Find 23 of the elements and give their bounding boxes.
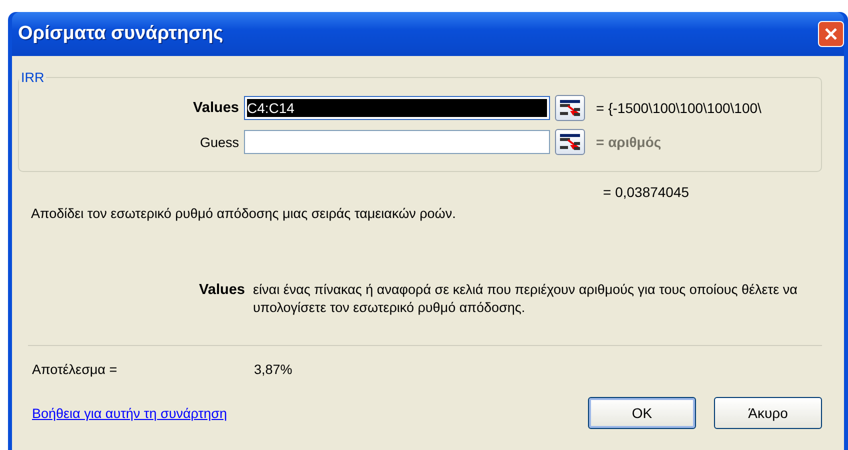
cancel-button[interactable]: Άκυρο (714, 397, 822, 429)
function-name: IRR (20, 70, 46, 85)
argument-label: Values (192, 100, 239, 116)
argument-label: Guess (198, 134, 239, 150)
formula-result: = 0,03874045 (603, 184, 690, 200)
ok-button[interactable]: OK (588, 397, 696, 429)
result-value: 3,87% (254, 362, 294, 377)
range-select-icon (560, 100, 580, 116)
argument-result: = {-1500\100\100\100\100\ (596, 100, 762, 116)
close-button[interactable] (818, 21, 844, 47)
argument-result: = αριθμός (596, 134, 662, 150)
function-description: Αποδίδει τον εσωτερικό ρυθμό απόδοσης μιας σειράς ταμειακών ροών. (31, 206, 456, 221)
range-select-icon (560, 134, 580, 150)
argument-field[interactable] (244, 130, 550, 154)
window-title: Ορίσματα συνάρτησης (18, 23, 224, 45)
close-icon (824, 27, 838, 41)
argument-description: είναι ένας πίνακας ή αναφορά σε κελιά που περιέχουν αριθμούς για τους οποίους θέλετε να υπολογίσετε τον εσωτερικό ρυθμό απόδοσης. (253, 281, 798, 317)
range-select-button[interactable] (555, 95, 585, 121)
help-link[interactable]: Βοήθεια για αυτήν τη συνάρτηση (32, 406, 227, 420)
argument-field[interactable]: C4:C14 (244, 96, 550, 120)
argument-name: Values (198, 281, 245, 300)
result-label: Αποτέλεσμα = (32, 362, 118, 377)
range-select-button[interactable] (555, 129, 585, 155)
